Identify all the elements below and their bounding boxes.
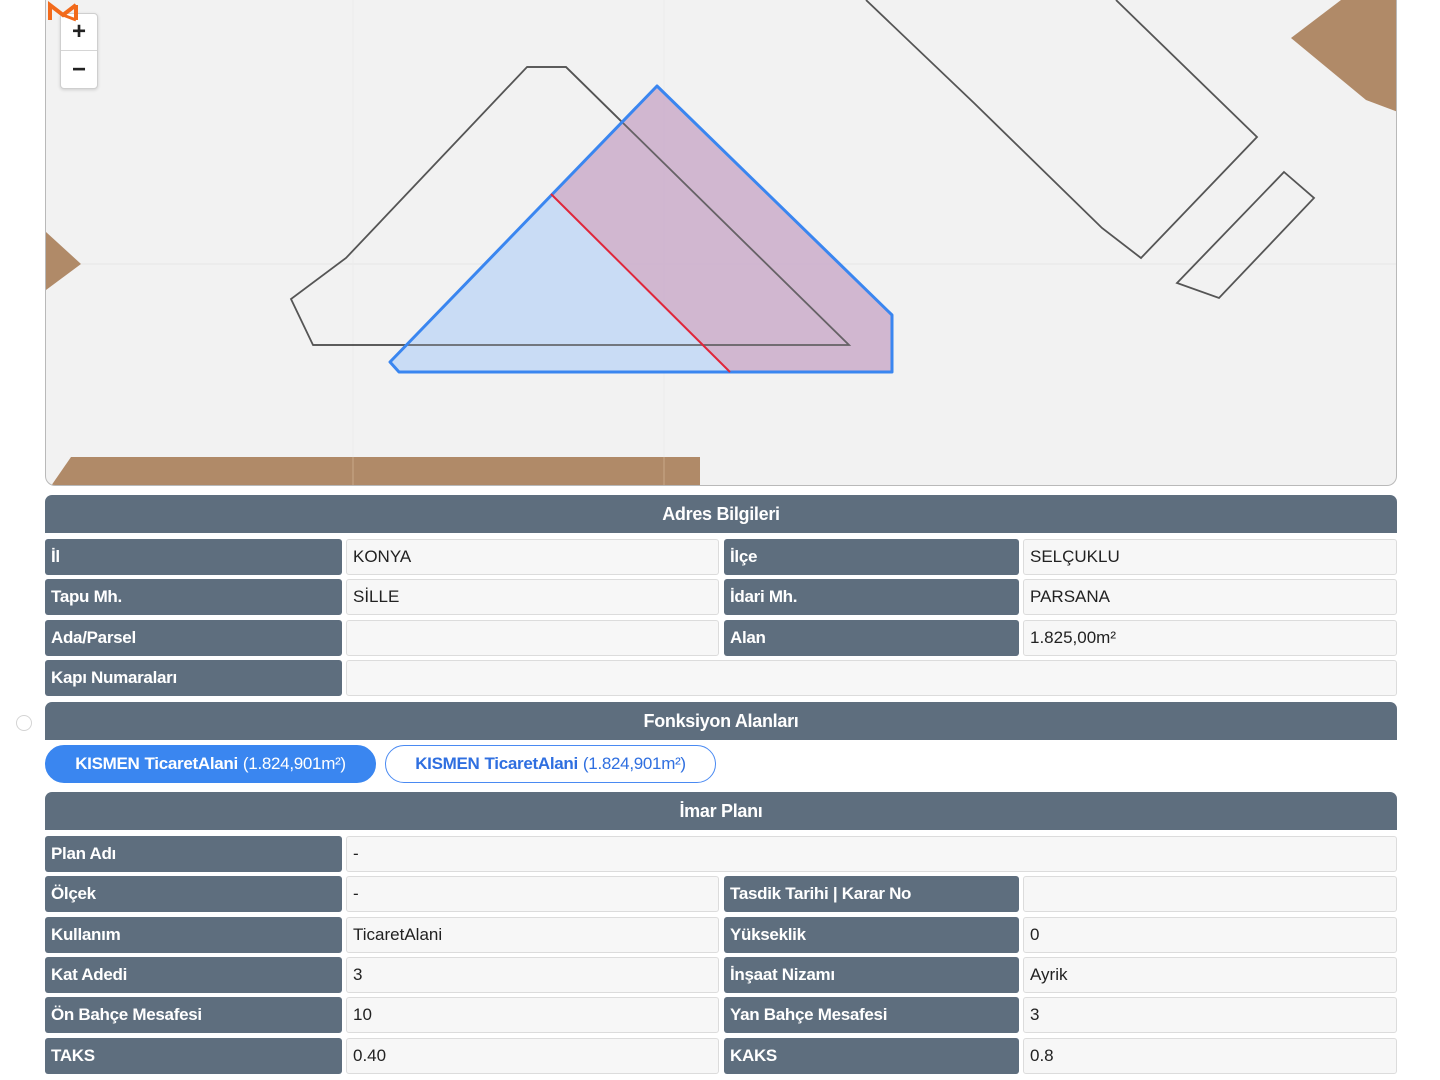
idari-mh-label: İdari Mh.: [724, 579, 1019, 615]
side-radio-button[interactable]: [16, 715, 32, 731]
kaks-value: 0.8: [1023, 1038, 1397, 1074]
insaat-nizami-label: İnşaat Nizamı: [724, 957, 1019, 993]
kullanim-label: Kullanım: [45, 917, 342, 953]
table-row: Ön Bahçe Mesafesi 10 Yan Bahçe Mesafesi …: [45, 997, 1397, 1033]
map-provider-logo: [48, 0, 78, 22]
il-value: KONYA: [346, 539, 719, 575]
zoom-control: + −: [60, 13, 98, 89]
table-row: Ada/Parsel Alan 1.825,00m²: [45, 620, 1397, 656]
function-area-pill-active[interactable]: KISMEN TicaretAlani (1.824,901m²): [45, 745, 376, 783]
yukseklik-label: Yükseklik: [724, 917, 1019, 953]
terrain-patch: [46, 232, 81, 290]
table-row: Ölçek - Tasdik Tarihi | Karar No: [45, 876, 1397, 912]
tapu-mh-value: SİLLE: [346, 579, 719, 615]
zoom-out-button[interactable]: −: [61, 51, 97, 88]
table-row: Plan Adı -: [45, 836, 1397, 872]
pill-name: TicaretAlani: [484, 754, 579, 773]
function-area-pill[interactable]: KISMEN TicaretAlani (1.824,901m²): [385, 745, 716, 783]
parcel-map[interactable]: + −: [45, 0, 1397, 486]
kullanim-value: TicaretAlani: [346, 917, 719, 953]
olcek-label: Ölçek: [45, 876, 342, 912]
yan-bahce-value: 3: [1023, 997, 1397, 1033]
pill-prefix: KISMEN: [415, 754, 480, 773]
pill-area: (1.824,901m²): [582, 754, 686, 773]
kat-adedi-label: Kat Adedi: [45, 957, 342, 993]
table-row: Kapı Numaraları: [45, 660, 1397, 696]
kaks-label: KAKS: [724, 1038, 1019, 1074]
tapu-mh-label: Tapu Mh.: [45, 579, 342, 615]
table-row: Kullanım TicaretAlani Yükseklik 0: [45, 917, 1397, 953]
building-outline: [865, 0, 1259, 260]
olcek-value: -: [346, 876, 719, 912]
table-row: Tapu Mh. SİLLE İdari Mh. PARSANA: [45, 579, 1397, 615]
ada-parsel-label: Ada/Parsel: [45, 620, 342, 656]
plan-adi-label: Plan Adı: [45, 836, 342, 872]
kapi-numaralari-value: [346, 660, 1397, 696]
idari-mh-value: PARSANA: [1023, 579, 1397, 615]
kapi-numaralari-label: Kapı Numaraları: [45, 660, 342, 696]
plan-adi-value: -: [346, 836, 1397, 872]
ada-parsel-value: [346, 620, 719, 656]
yan-bahce-label: Yan Bahçe Mesafesi: [724, 997, 1019, 1033]
address-section-title: Adres Bilgileri: [45, 495, 1397, 533]
insaat-nizami-value: Ayrik: [1023, 957, 1397, 993]
function-areas-section-title: Fonksiyon Alanları: [45, 702, 1397, 740]
map-canvas[interactable]: [46, 0, 1397, 486]
zoning-plan-section-title: İmar Planı: [45, 792, 1397, 830]
tasdik-tarihi-label: Tasdik Tarihi | Karar No: [724, 876, 1019, 912]
pill-prefix: KISMEN: [75, 754, 140, 773]
terrain-patch: [1291, 0, 1396, 112]
on-bahce-value: 10: [346, 997, 719, 1033]
il-label: İl: [45, 539, 342, 575]
taks-value: 0.40: [346, 1038, 719, 1074]
alan-value: 1.825,00m²: [1023, 620, 1397, 656]
tasdik-tarihi-value: [1023, 876, 1397, 912]
table-row: TAKS 0.40 KAKS 0.8: [45, 1038, 1397, 1074]
ilce-value: SELÇUKLU: [1023, 539, 1397, 575]
yukseklik-value: 0: [1023, 917, 1397, 953]
alan-label: Alan: [724, 620, 1019, 656]
pill-name: TicaretAlani: [144, 754, 239, 773]
table-row: Kat Adedi 3 İnşaat Nizamı Ayrik: [45, 957, 1397, 993]
building-outline: [1175, 170, 1316, 300]
taks-label: TAKS: [45, 1038, 342, 1074]
terrain-patch: [51, 457, 700, 485]
table-row: İl KONYA İlçe SELÇUKLU: [45, 539, 1397, 575]
pill-area: (1.824,901m²): [242, 754, 346, 773]
on-bahce-label: Ön Bahçe Mesafesi: [45, 997, 342, 1033]
ilce-label: İlçe: [724, 539, 1019, 575]
kat-adedi-value: 3: [346, 957, 719, 993]
